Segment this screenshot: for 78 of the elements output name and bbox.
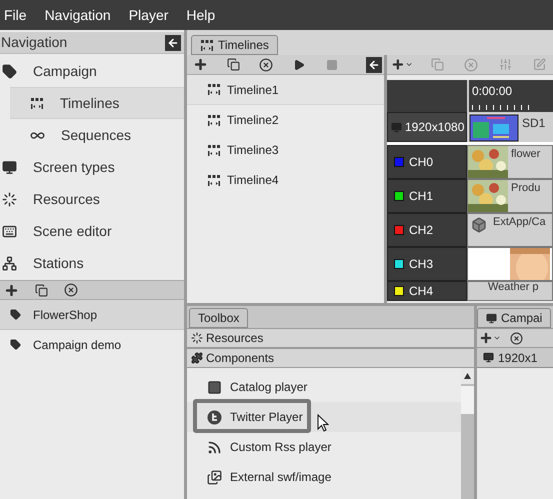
timeline-clip: Produ	[467, 179, 553, 213]
timeline-item[interactable]: Timeline4	[187, 165, 384, 195]
timeline-clip: SD1	[467, 112, 553, 142]
timeline-item[interactable]: Timeline2	[187, 105, 384, 135]
arrow-left-icon	[368, 58, 380, 70]
stop-icon	[326, 58, 338, 70]
timeline-clip: Weather p	[467, 281, 553, 301]
play-icon	[293, 58, 305, 70]
timeline-clip: ExtApp/Ca	[467, 213, 553, 247]
nav-item[interactable]: Resources	[0, 183, 184, 215]
channel-label: CH0	[387, 145, 467, 179]
channel-label: CH2	[387, 213, 467, 247]
monitor-icon	[483, 352, 494, 363]
loader-icon	[191, 332, 203, 344]
channel-label: CH1	[387, 179, 467, 213]
sliders-icon	[498, 58, 512, 71]
timeline-icon	[30, 98, 44, 108]
nav-item[interactable]: Stations	[0, 247, 184, 279]
layout-icon	[469, 114, 519, 142]
monitor-icon	[2, 160, 17, 174]
keyboard-icon	[2, 224, 17, 238]
collapse-button[interactable]	[165, 34, 181, 50]
puzzle-icon	[191, 352, 203, 364]
timeline-icon	[200, 40, 214, 50]
tag-icon	[10, 339, 21, 350]
nav-item[interactable]: Campaign	[0, 55, 184, 87]
loader-icon	[2, 192, 17, 206]
box-icon	[471, 217, 487, 233]
menu-item[interactable]: Help	[186, 4, 216, 26]
twitter-icon	[207, 410, 222, 424]
scroll-up-icon	[464, 373, 471, 379]
scrollbar[interactable]	[461, 368, 474, 499]
time-label: 0:00:00	[472, 83, 514, 100]
component-item[interactable]: External swf/image	[187, 462, 461, 492]
arrow-left-icon	[167, 36, 179, 48]
timeline-icon	[207, 174, 221, 186]
panel-tab[interactable]: Timelines	[191, 35, 278, 55]
scrollbar-thumb[interactable]	[461, 386, 474, 414]
monitor-icon	[486, 312, 497, 324]
nav-item[interactable]: Screen types	[0, 151, 184, 183]
rss-icon	[207, 440, 222, 454]
menu-item[interactable]: Player	[128, 4, 168, 26]
accordion-header[interactable]: Components	[187, 348, 474, 368]
timeline-item[interactable]: Timeline3	[187, 135, 384, 165]
collapse-button[interactable]	[366, 56, 382, 72]
square-icon	[207, 380, 222, 394]
plus-icon	[391, 57, 405, 72]
tag-icon	[10, 309, 21, 320]
panel-tab[interactable]: Campai	[477, 308, 552, 328]
timeline-icon	[207, 144, 221, 156]
images-icon	[207, 470, 222, 484]
component-item[interactable]: Twitter Player	[187, 402, 461, 432]
monitor-icon	[391, 122, 402, 132]
menu-item[interactable]: Navigation	[44, 4, 111, 26]
screen-label: 1920x1080	[387, 112, 467, 142]
component-item[interactable]: Catalog player	[187, 372, 461, 402]
component-item[interactable]: Custom Rss player	[187, 432, 461, 462]
timeline-clip: flower	[467, 145, 553, 179]
nav-item[interactable]: Sequences	[10, 119, 184, 151]
caret-icon	[493, 334, 501, 342]
channel-label: CH4	[387, 281, 467, 301]
channel-label: CH3	[387, 247, 467, 281]
accordion-header[interactable]: Resources	[187, 328, 474, 348]
timeline-icon	[207, 84, 221, 95]
caret-icon	[404, 60, 413, 69]
timeline-icon	[207, 114, 221, 126]
list-item[interactable]: FlowerShop	[0, 300, 184, 330]
panel-tab[interactable]: Toolbox	[189, 308, 248, 328]
nav-item[interactable]: Timelines	[10, 87, 184, 119]
plus-icon	[479, 331, 493, 345]
timeline-item[interactable]: Timeline1	[187, 75, 384, 105]
network-icon	[2, 256, 17, 270]
panel-title: Navigation	[1, 33, 68, 52]
screen-row[interactable]: 1920x1	[477, 348, 553, 368]
nav-item[interactable]: Scene editor	[0, 215, 184, 247]
tag-icon	[2, 64, 17, 78]
cursor-icon	[317, 414, 329, 432]
menu-item[interactable]: File	[4, 4, 27, 26]
